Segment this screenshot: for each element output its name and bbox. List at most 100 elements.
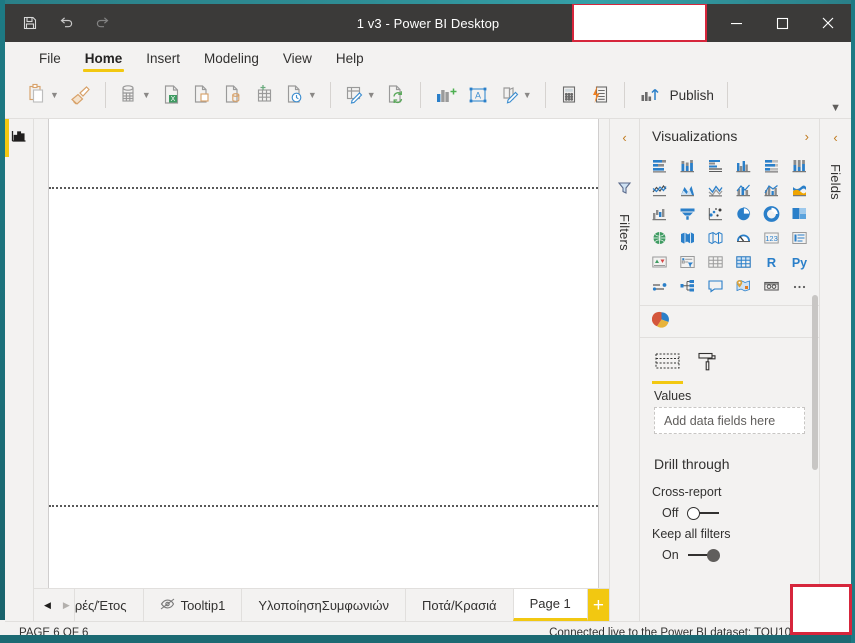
recent-sources-button[interactable]: ▼ [281, 78, 321, 112]
ribbon-tab-view[interactable]: View [271, 51, 324, 72]
viz-line-clustered-column-chart-icon[interactable] [758, 179, 786, 201]
keep-all-filters-toggle[interactable] [687, 548, 720, 562]
recent-sources-chevron-down-icon[interactable]: ▼ [308, 90, 317, 100]
viz-clustered-bar-chart-icon[interactable] [701, 155, 729, 177]
maximize-button[interactable] [759, 4, 805, 42]
viz-shape-map-icon[interactable] [701, 227, 729, 249]
ribbon-tab-help[interactable]: Help [324, 51, 376, 72]
page-tab-next-arrow-icon[interactable]: ▶ [63, 600, 70, 610]
add-page-button[interactable]: + [587, 589, 609, 621]
keep-all-filters-label: Keep all filters [652, 527, 731, 541]
viz-pie-chart-icon[interactable] [729, 203, 757, 225]
fields-expand-chevron-left-icon[interactable]: ‹ [833, 131, 837, 144]
viz-clustered-column-chart-icon[interactable] [729, 155, 757, 177]
cross-report-toggle[interactable] [687, 506, 720, 520]
viz-kpi-icon[interactable] [645, 251, 673, 273]
viz-arcgis-map-icon[interactable] [729, 275, 757, 297]
report-canvas-area[interactable]: ◀ ▶ ρές/Έτος Tooltip1 ΥλοποίησηΣυμφωνιών… [34, 119, 609, 621]
excel-button[interactable]: X [157, 78, 186, 112]
transform-data-button[interactable]: ▼ [340, 78, 380, 112]
report-page-canvas[interactable] [48, 119, 599, 588]
format-tab[interactable] [697, 351, 717, 384]
viz-100-stacked-bar-chart-icon[interactable] [758, 155, 786, 177]
page-tab-prev-arrow-icon[interactable]: ◀ [44, 600, 51, 610]
paste-button[interactable]: ▼ [23, 78, 63, 112]
page-tab-pores-etos[interactable]: ρές/Έτος [73, 589, 143, 621]
viz-more-options-icon[interactable] [786, 275, 814, 297]
viz-waterfall-chart-icon[interactable] [645, 203, 673, 225]
datahub-button[interactable] [188, 78, 217, 112]
page-tab-ylopoiisi-symfonion[interactable]: ΥλοποίησηΣυμφωνιών [241, 589, 406, 621]
viz-table-icon[interactable] [701, 251, 729, 273]
ribbon-tab-modeling[interactable]: Modeling [192, 51, 271, 72]
viz-map-icon[interactable] [645, 227, 673, 249]
viz-line-chart-icon[interactable] [645, 179, 673, 201]
viz-100-stacked-column-chart-icon[interactable] [786, 155, 814, 177]
ribbon-expand-chevron-down-icon[interactable]: ▼ [830, 102, 841, 114]
desktop-wallpaper-right [851, 0, 855, 643]
viz-multi-row-card-icon[interactable] [786, 227, 814, 249]
viz-area-chart-icon[interactable] [673, 179, 701, 201]
viz-stacked-column-chart-icon[interactable] [673, 155, 701, 177]
quick-measure-button[interactable] [586, 78, 615, 112]
viz-python-visual-icon[interactable]: Py [786, 251, 814, 273]
filters-expand-chevron-left-icon[interactable]: ‹ [622, 131, 626, 144]
viz-r-script-visual-icon[interactable]: R [758, 251, 786, 273]
viz-filled-map-icon[interactable] [673, 227, 701, 249]
viz-decomposition-tree-icon[interactable] [673, 275, 701, 297]
paste-chevron-down-icon[interactable]: ▼ [50, 90, 59, 100]
new-visual-button[interactable] [430, 78, 461, 112]
filters-pane-collapsed[interactable]: ‹ Filters [609, 119, 639, 621]
shapes-button[interactable]: ▼ [496, 78, 536, 112]
minimize-button[interactable] [713, 4, 759, 42]
redo-icon[interactable] [91, 12, 113, 34]
viz-qna-icon[interactable] [701, 275, 729, 297]
viz-matrix-icon[interactable] [729, 251, 757, 273]
enter-data-button[interactable] [250, 78, 279, 112]
close-button[interactable] [805, 4, 851, 42]
text-box-button[interactable]: A [463, 78, 494, 112]
undo-icon[interactable] [55, 12, 77, 34]
visualizations-collapse-chevron-right-icon[interactable]: › [805, 129, 809, 144]
page-tab-tooltip1[interactable]: Tooltip1 [142, 589, 242, 621]
viz-ribbon-chart-icon[interactable] [786, 179, 814, 201]
viz-scatter-chart-icon[interactable] [701, 203, 729, 225]
cross-report-label: Cross-report [652, 485, 722, 499]
visualizations-pane-header: Visualizations › [640, 119, 819, 153]
keep-all-filters-toggle-row[interactable]: On [640, 541, 819, 562]
ribbon-tab-file[interactable]: File [27, 51, 73, 72]
refresh-button[interactable] [382, 78, 411, 112]
viz-stacked-bar-chart-icon[interactable] [645, 155, 673, 177]
format-painter-button[interactable] [65, 78, 96, 112]
viz-paginated-report-icon[interactable] [758, 275, 786, 297]
page-tab-pota-krasia[interactable]: Ποτά/Κρασιά [405, 589, 513, 621]
fields-pane-collapsed[interactable]: ‹ Fields [819, 119, 851, 621]
sql-server-button[interactable] [219, 78, 248, 112]
save-icon[interactable] [19, 12, 41, 34]
shapes-chevron-down-icon[interactable]: ▼ [523, 90, 532, 100]
transform-data-chevron-down-icon[interactable]: ▼ [367, 90, 376, 100]
page-tab-page-1[interactable]: Page 1 [512, 589, 588, 621]
filters-pane-label: Filters [617, 214, 632, 251]
fields-tab[interactable] [652, 351, 683, 384]
viz-key-influencers-icon[interactable] [645, 275, 673, 297]
new-measure-button[interactable] [555, 78, 584, 112]
pie-chart-selected-icon[interactable] [651, 310, 671, 334]
ribbon-tab-insert[interactable]: Insert [134, 51, 192, 72]
viz-stacked-area-chart-icon[interactable] [701, 179, 729, 201]
viz-gauge-icon[interactable] [729, 227, 757, 249]
ribbon-tab-home[interactable]: Home [73, 51, 135, 72]
viz-card-icon[interactable]: 123 [758, 227, 786, 249]
viz-funnel-chart-icon[interactable] [673, 203, 701, 225]
viz-line-stacked-column-chart-icon[interactable] [729, 179, 757, 201]
sidebar-item-report-view[interactable] [5, 119, 33, 157]
values-drop-zone[interactable]: Add data fields here [654, 407, 805, 434]
viz-donut-chart-icon[interactable] [758, 203, 786, 225]
visualizations-scrollbar[interactable] [812, 295, 818, 470]
viz-slicer-icon[interactable] [673, 251, 701, 273]
get-data-button[interactable]: ▼ [115, 78, 155, 112]
get-data-chevron-down-icon[interactable]: ▼ [142, 90, 151, 100]
viz-treemap-icon[interactable] [786, 203, 814, 225]
publish-button[interactable]: Publish [634, 78, 718, 112]
cross-report-toggle-row[interactable]: Off [640, 499, 819, 520]
